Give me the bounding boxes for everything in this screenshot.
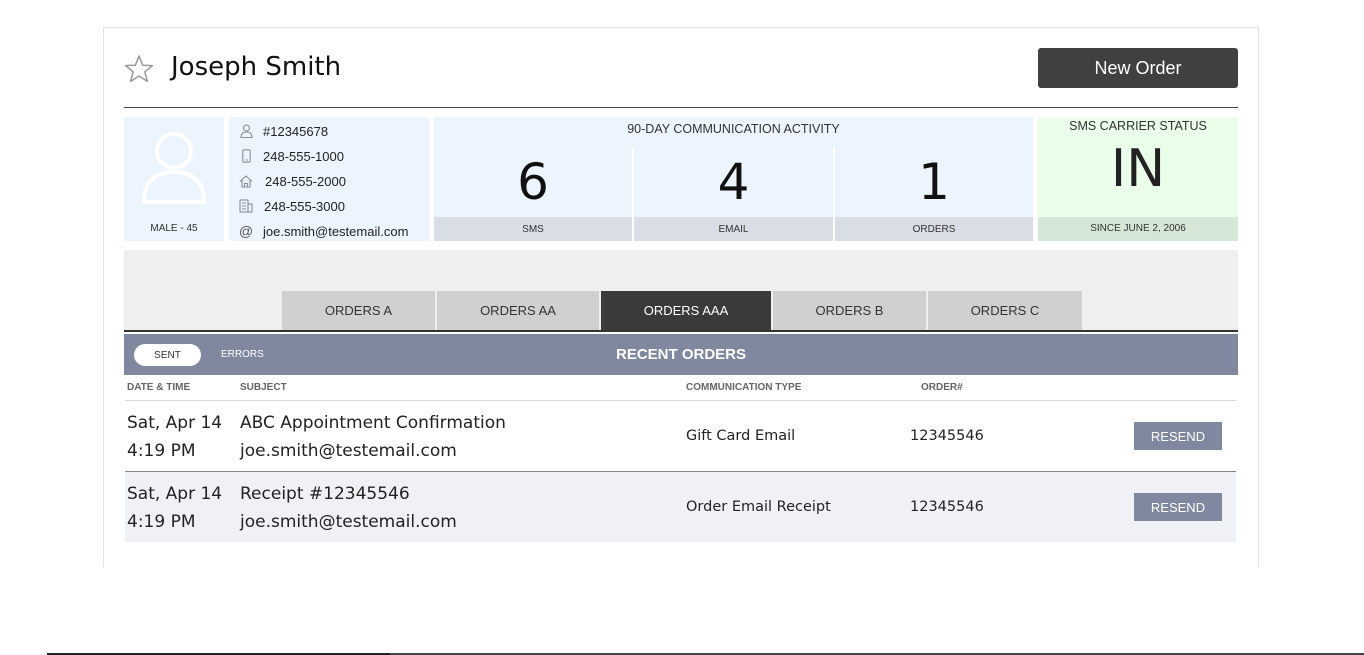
communication-activity-panel: 90-DAY COMMUNICATION ACTIVITY 6 SMS 4 EM…	[434, 117, 1033, 241]
orders-count: 1	[918, 153, 950, 211]
tab-orders-aaa[interactable]: ORDERS AAA	[601, 291, 771, 330]
email-row: @ joe.smith@testemail.com	[238, 221, 409, 241]
new-order-button[interactable]: New Order	[1038, 48, 1238, 88]
favorite-star-icon[interactable]	[124, 54, 154, 84]
row-recipient: joe.smith@testemail.com	[240, 441, 457, 461]
column-header-subject: SUBJECT	[240, 382, 287, 393]
row-recipient: joe.smith@testemail.com	[240, 512, 457, 532]
contact-panel: #12345678 248-555-1000 248-555-2000 248-…	[229, 117, 429, 241]
email-address[interactable]: joe.smith@testemail.com	[263, 224, 408, 239]
column-header-datetime: DATE & TIME	[127, 382, 191, 393]
sms-label: SMS	[434, 217, 632, 241]
row-order-number: 12345546	[910, 428, 984, 444]
tab-orders-aa[interactable]: ORDERS AA	[437, 291, 599, 330]
table-row: Sat, Apr 14 4:19 PM ABC Appointment Conf…	[125, 401, 1236, 471]
home-phone[interactable]: 248-555-2000	[265, 174, 346, 189]
email-metric: 4 EMAIL	[634, 147, 833, 241]
header-divider	[124, 107, 1238, 108]
row-time: 4:19 PM	[127, 441, 196, 461]
sms-count: 6	[517, 153, 549, 211]
orders-metric: 1 ORDERS	[835, 147, 1033, 241]
recent-orders-title: RECENT ORDERS	[615, 346, 746, 363]
tab-orders-c[interactable]: ORDERS C	[928, 291, 1082, 330]
customer-name: Joseph Smith	[171, 52, 342, 82]
person-icon	[238, 123, 254, 139]
table-row: Sat, Apr 14 4:19 PM Receipt #12345546 jo…	[125, 472, 1236, 542]
row-order-number: 12345546	[910, 499, 984, 515]
tab-divider	[124, 330, 1238, 332]
tab-orders-a[interactable]: ORDERS A	[282, 291, 435, 330]
row-date: Sat, Apr 14	[127, 413, 223, 433]
email-count: 4	[717, 153, 750, 211]
resend-button[interactable]: RESEND	[1134, 422, 1222, 450]
column-header-type: COMMUNICATION TYPE	[686, 382, 802, 393]
carrier-status-value: IN	[1110, 139, 1166, 199]
work-phone[interactable]: 248-555-3000	[264, 199, 345, 214]
activity-title: 90-DAY COMMUNICATION ACTIVITY	[627, 122, 840, 136]
avatar-icon	[142, 132, 206, 204]
gender-age-label: MALE - 45	[150, 223, 198, 234]
at-sign-icon: @	[238, 223, 254, 239]
customer-id: #12345678	[263, 123, 329, 139]
mobile-phone-icon	[238, 148, 254, 164]
row-time: 4:19 PM	[127, 512, 196, 532]
customer-id-row: #12345678	[238, 121, 328, 141]
row-communication-type: Order Email Receipt	[686, 499, 831, 515]
carrier-since-label: SINCE JUNE 2, 2006	[1038, 217, 1238, 241]
row-date: Sat, Apr 14	[127, 484, 223, 504]
column-header-order: ORDER#	[921, 382, 963, 393]
home-icon	[238, 173, 254, 189]
mobile-phone[interactable]: 248-555-1000	[263, 149, 344, 164]
carrier-status-title: SMS CARRIER STATUS	[1069, 119, 1207, 133]
work-phone-row: 248-555-3000	[238, 196, 345, 216]
sms-metric: 6 SMS	[434, 147, 632, 241]
avatar-panel: MALE - 45	[124, 117, 224, 241]
tab-orders-b[interactable]: ORDERS B	[773, 291, 926, 330]
orders-label: ORDERS	[835, 217, 1033, 241]
row-subject: ABC Appointment Confirmation	[240, 413, 506, 433]
mobile-phone-row: 248-555-1000	[238, 146, 344, 166]
email-label: EMAIL	[634, 217, 833, 241]
resend-button[interactable]: RESEND	[1134, 493, 1222, 521]
home-phone-row: 248-555-2000	[238, 171, 346, 191]
office-building-icon	[238, 198, 254, 214]
sms-carrier-status-panel: SMS CARRIER STATUS IN SINCE JUNE 2, 2006	[1038, 117, 1238, 241]
row-subject: Receipt #12345546	[240, 484, 410, 504]
row-communication-type: Gift Card Email	[686, 428, 796, 444]
